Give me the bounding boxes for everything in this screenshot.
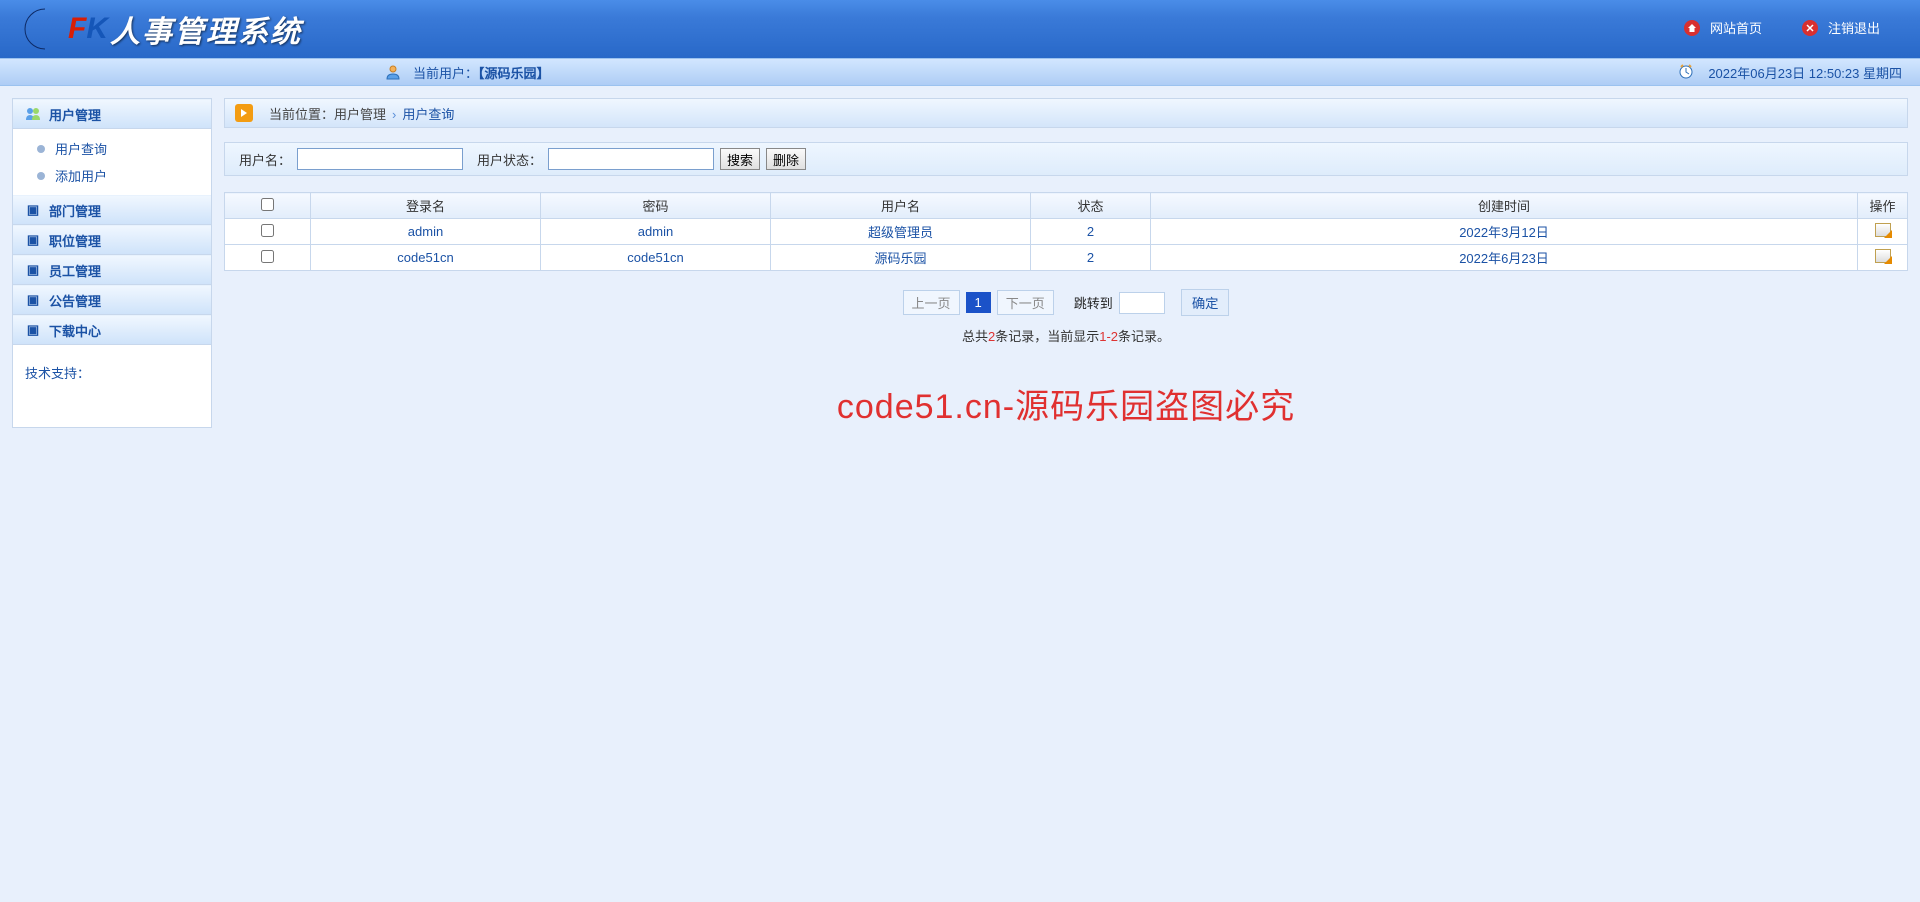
col-op: 操作: [1858, 193, 1908, 219]
home-icon: [1684, 20, 1700, 36]
bullet-icon: [37, 172, 45, 180]
table-header-row: 登录名 密码 用户名 状态 创建时间 操作: [225, 193, 1908, 219]
row-checkbox[interactable]: [261, 250, 274, 263]
status-input[interactable]: [548, 148, 714, 170]
breadcrumb-prefix: 当前位置：: [269, 107, 334, 122]
status-label: 用户状态：: [477, 150, 542, 169]
sidebar-section-title: 用户管理: [49, 105, 101, 124]
home-label: 网站首页: [1710, 18, 1762, 37]
record-range: 1-2: [1099, 329, 1118, 344]
users-icon: [25, 106, 41, 122]
logo-icon: [15, 5, 63, 53]
app-header: F K 人事管理系统 网站首页 注销退出: [0, 0, 1920, 58]
main-content: 当前位置：用户管理 › 用户查询 用户名： 用户状态： 搜索 删除 登录名 密码 用…: [224, 98, 1908, 428]
datetime-text: 2022年06月23日 12:50:23 星期四: [1708, 63, 1902, 82]
current-user-text: 当前用户：【源码乐园】: [413, 63, 550, 82]
sidebar-section-notice[interactable]: ▣ 公告管理: [13, 285, 211, 315]
watermark-text: code51.cn-源码乐园盗图必究: [224, 379, 1908, 428]
breadcrumb-separator: ›: [392, 107, 396, 122]
logout-link[interactable]: 注销退出: [1802, 18, 1880, 37]
play-icon: ▣: [25, 292, 41, 308]
breadcrumb-parent: 用户管理: [334, 107, 386, 122]
record-summary: 总共2条记录，当前显示1-2条记录。: [224, 326, 1908, 345]
subheader: 当前用户：【源码乐园】 2022年06月23日 12:50:23 星期四: [0, 58, 1920, 86]
cell-status: 2: [1031, 245, 1151, 271]
sidebar-section-download[interactable]: ▣ 下载中心: [13, 315, 211, 345]
jump-label: 跳转到: [1074, 293, 1113, 312]
edit-icon[interactable]: [1875, 249, 1891, 263]
user-table: 登录名 密码 用户名 状态 创建时间 操作 adminadmin超级管理员220…: [224, 192, 1908, 271]
col-login: 登录名: [311, 193, 541, 219]
cell-username: 源码乐园: [771, 245, 1031, 271]
sidebar-item-label: 添加用户: [55, 166, 107, 185]
breadcrumb-text: 当前位置：用户管理 › 用户查询: [269, 104, 454, 123]
sidebar-section-title: 下载中心: [49, 321, 101, 340]
cell-username: 超级管理员: [771, 219, 1031, 245]
edit-icon[interactable]: [1875, 223, 1891, 237]
sidebar-item-label: 用户查询: [55, 139, 107, 158]
sidebar-section-title: 部门管理: [49, 201, 101, 220]
prev-page-button[interactable]: 上一页: [903, 290, 960, 315]
current-user-name: 【源码乐园】: [478, 66, 550, 81]
sidebar-section-title: 公告管理: [49, 291, 101, 310]
sidebar: 用户管理 用户查询 添加用户 ▣ 部门管理 ▣ 职位管理 ▣ 员工管理: [12, 98, 212, 428]
play-icon: ▣: [25, 322, 41, 338]
record-suffix: 条记录。: [1118, 329, 1170, 344]
home-link[interactable]: 网站首页: [1684, 18, 1762, 37]
col-username: 用户名: [771, 193, 1031, 219]
sidebar-section-dept[interactable]: ▣ 部门管理: [13, 195, 211, 225]
table-row: adminadmin超级管理员22022年3月12日: [225, 219, 1908, 245]
search-button[interactable]: 搜索: [720, 148, 760, 170]
system-title: 人事管理系统: [110, 7, 302, 51]
cell-password: admin: [541, 219, 771, 245]
pagination: 上一页 1 下一页 跳转到 确定: [224, 289, 1908, 316]
cell-created: 2022年6月23日: [1151, 245, 1858, 271]
clock-icon: [1678, 63, 1694, 82]
sidebar-section-title: 职位管理: [49, 231, 101, 250]
cell-password: code51cn: [541, 245, 771, 271]
username-input[interactable]: [297, 148, 463, 170]
sidebar-section-employee[interactable]: ▣ 员工管理: [13, 255, 211, 285]
user-icon: [385, 64, 401, 80]
record-mid: 条记录，当前显示: [995, 329, 1099, 344]
col-password: 密码: [541, 193, 771, 219]
next-page-button[interactable]: 下一页: [997, 290, 1054, 315]
play-icon: ▣: [25, 232, 41, 248]
cell-login: code51cn: [311, 245, 541, 271]
logo: F K 人事管理系统: [15, 5, 302, 53]
row-checkbox[interactable]: [261, 224, 274, 237]
current-user-label: 当前用户：: [413, 66, 478, 81]
col-created: 创建时间: [1151, 193, 1858, 219]
close-icon: [1802, 20, 1818, 36]
jump-page-input[interactable]: [1119, 292, 1165, 314]
cell-created: 2022年3月12日: [1151, 219, 1858, 245]
sidebar-item-user-query[interactable]: 用户查询: [13, 135, 211, 162]
play-icon: ▣: [25, 262, 41, 278]
current-page: 1: [966, 292, 991, 313]
jump-ok-button[interactable]: 确定: [1181, 289, 1230, 316]
cell-status: 2: [1031, 219, 1151, 245]
record-prefix: 总共: [962, 329, 988, 344]
logout-label: 注销退出: [1828, 18, 1880, 37]
cell-login: admin: [311, 219, 541, 245]
username-label: 用户名：: [239, 150, 291, 169]
sidebar-section-users[interactable]: 用户管理: [13, 99, 211, 129]
play-icon: ▣: [25, 202, 41, 218]
delete-button[interactable]: 删除: [766, 148, 806, 170]
select-all-checkbox[interactable]: [261, 198, 274, 211]
sidebar-section-title: 员工管理: [49, 261, 101, 280]
bullet-icon: [37, 145, 45, 153]
col-status: 状态: [1031, 193, 1151, 219]
logo-text: F K 人事管理系统: [68, 7, 302, 51]
sidebar-item-user-add[interactable]: 添加用户: [13, 162, 211, 189]
arrow-right-icon: [235, 104, 253, 122]
sidebar-section-position[interactable]: ▣ 职位管理: [13, 225, 211, 255]
tech-support-label: 技术支持：: [13, 345, 211, 400]
breadcrumb-leaf: 用户查询: [402, 107, 454, 122]
breadcrumb: 当前位置：用户管理 › 用户查询: [224, 98, 1908, 128]
table-row: code51cncode51cn源码乐园22022年6月23日: [225, 245, 1908, 271]
search-bar: 用户名： 用户状态： 搜索 删除: [224, 142, 1908, 176]
